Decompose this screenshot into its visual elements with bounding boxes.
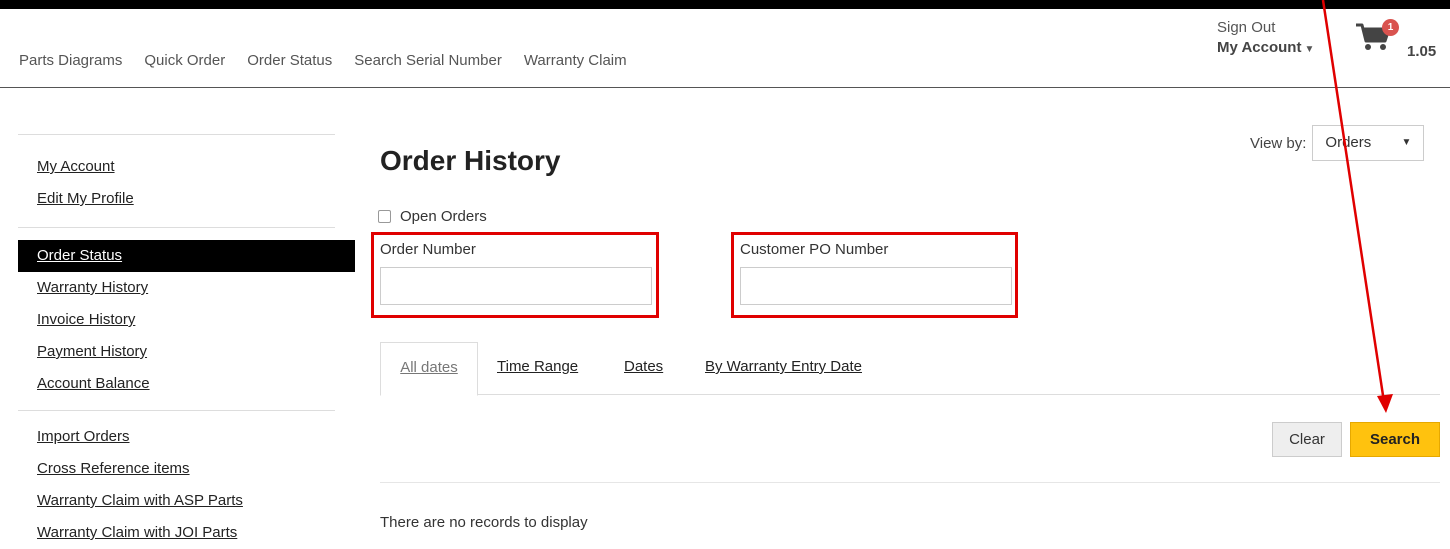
annotation-arrow-head <box>1377 394 1393 413</box>
sidebar-item-payment-history[interactable]: Payment History <box>18 336 355 368</box>
sidebar-item-edit-my-profile[interactable]: Edit My Profile <box>18 183 355 215</box>
nav-links: Parts Diagrams Quick Order Order Status … <box>19 52 649 69</box>
sidebar-item-cross-reference-items[interactable]: Cross Reference items <box>18 453 355 485</box>
cart-total: 1.05 <box>1407 43 1437 60</box>
customer-po-highlight: Customer PO Number <box>731 232 1018 318</box>
search-button[interactable]: Search <box>1350 422 1440 457</box>
my-account-label: My Account <box>1217 39 1302 56</box>
clear-button[interactable]: Clear <box>1272 422 1342 457</box>
sidebar-item-warranty-claim-asp[interactable]: Warranty Claim with ASP Parts <box>18 485 355 517</box>
date-filter-tabs: All dates Time Range Dates By Warranty E… <box>380 342 1440 396</box>
account-sidebar: My Account Edit My Profile Order Status … <box>18 134 355 549</box>
caret-down-icon: ▼ <box>1304 44 1315 55</box>
page-title: Order History <box>380 145 561 176</box>
tab-by-warranty-entry-date[interactable]: By Warranty Entry Date <box>705 342 862 396</box>
sidebar-divider <box>18 410 335 411</box>
nav-quick-order[interactable]: Quick Order <box>144 52 225 69</box>
sidebar-item-import-orders[interactable]: Import Orders <box>18 421 355 453</box>
cart-count-badge: 1 <box>1382 19 1399 36</box>
top-bar <box>0 0 1450 9</box>
customer-po-input[interactable] <box>740 267 1012 305</box>
sidebar-divider <box>18 227 335 228</box>
my-account-dropdown[interactable]: My Account ▼ <box>1217 38 1314 60</box>
sidebar-divider <box>18 134 335 135</box>
caret-down-icon: ▼ <box>1401 137 1412 148</box>
order-number-input[interactable] <box>380 267 652 305</box>
tab-all-dates[interactable]: All dates <box>380 342 478 396</box>
account-menu: Sign Out My Account ▼ <box>1217 18 1314 60</box>
nav-order-status[interactable]: Order Status <box>247 52 332 69</box>
view-by-value: Orders <box>1325 134 1372 151</box>
sidebar-item-order-status[interactable]: Order Status <box>18 240 355 272</box>
sidebar-item-my-account[interactable]: My Account <box>18 151 355 183</box>
nav-warranty-claim[interactable]: Warranty Claim <box>524 52 627 69</box>
sidebar-item-account-balance[interactable]: Account Balance <box>18 368 355 400</box>
sidebar-item-invoice-history[interactable]: Invoice History <box>18 304 355 336</box>
order-number-highlight: Order Number <box>371 232 659 318</box>
view-by-control: View by: Orders ▼ <box>1250 125 1425 161</box>
open-orders-checkbox[interactable] <box>378 210 391 223</box>
sidebar-item-warranty-claim-joi[interactable]: Warranty Claim with JOI Parts <box>18 517 355 549</box>
customer-po-label: Customer PO Number <box>740 241 889 258</box>
open-orders-label: Open Orders <box>400 208 487 225</box>
nav-parts-diagrams[interactable]: Parts Diagrams <box>19 52 122 69</box>
no-records-message: There are no records to display <box>380 514 588 531</box>
view-by-select[interactable]: Orders ▼ <box>1312 125 1425 161</box>
view-by-label: View by: <box>1250 134 1307 152</box>
tab-dates[interactable]: Dates <box>624 342 663 396</box>
order-number-label: Order Number <box>380 241 476 258</box>
nav-search-serial-number[interactable]: Search Serial Number <box>354 52 502 69</box>
sign-out-link[interactable]: Sign Out <box>1217 18 1314 38</box>
sidebar-item-warranty-history[interactable]: Warranty History <box>18 272 355 304</box>
open-orders-filter: Open Orders <box>378 208 487 225</box>
tab-time-range[interactable]: Time Range <box>497 342 578 396</box>
results-divider <box>380 482 1440 483</box>
